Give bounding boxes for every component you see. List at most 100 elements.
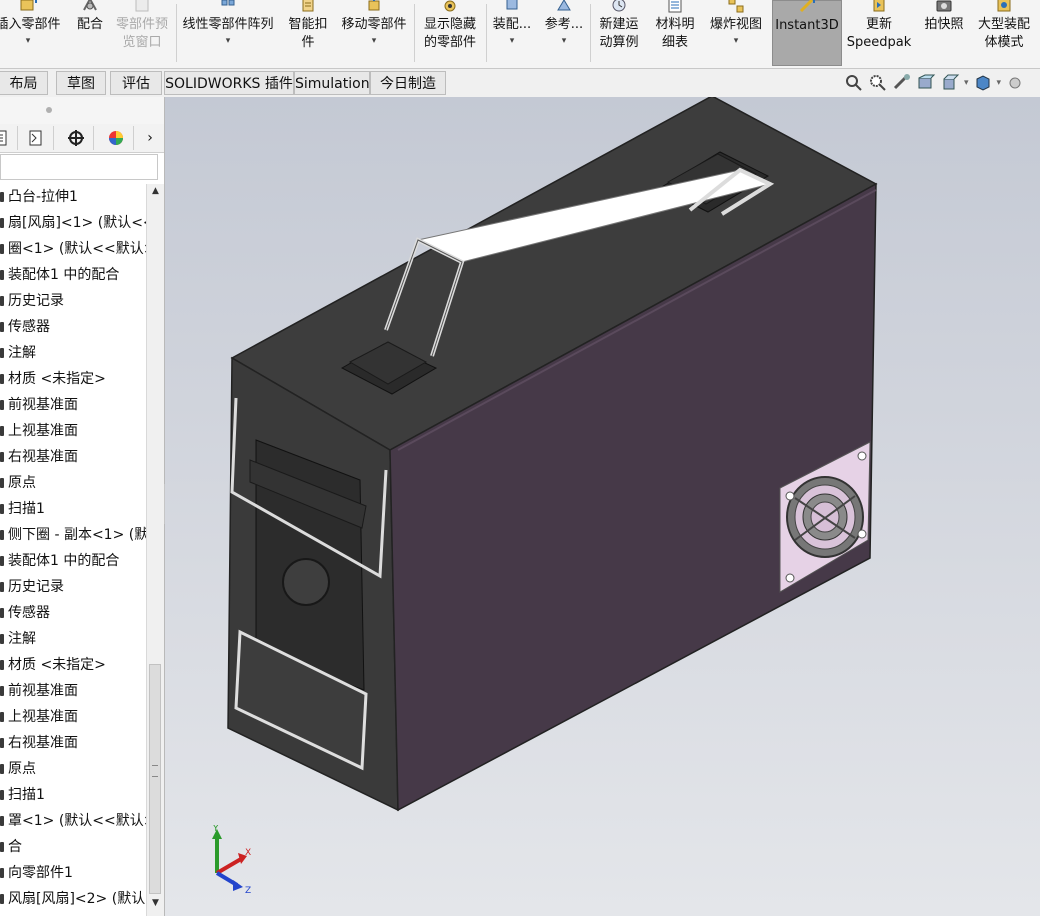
new-motion-study-button[interactable]: 新建运 动算例 [592,0,646,66]
tree-item[interactable]: 原点 [0,756,146,782]
feature-tree-filter[interactable] [0,154,158,180]
zoom-to-area-icon[interactable] [868,73,888,93]
tree-item[interactable]: 传感器 [0,314,146,340]
tree-item[interactable]: 上视基准面 [0,418,146,444]
tab-property-manager[interactable] [18,126,54,150]
chevron-down-icon[interactable]: ▾ [997,78,1002,88]
tab-feature-manager[interactable] [0,126,18,150]
tab-layout[interactable]: 布局 [0,71,48,95]
take-snapshot-button[interactable]: 拍快照 [918,0,970,66]
feature-tree-scrollbar[interactable]: ▲ ▼ [146,184,164,916]
tab-configuration-manager[interactable] [58,126,94,150]
view-orientation-icon[interactable] [940,73,960,93]
tree-item[interactable]: 注解 [0,626,146,652]
tree-item[interactable]: 扫描1 [0,496,146,522]
feature-icon [0,348,4,358]
tab-simulation[interactable]: Simulation [294,71,370,95]
coordinate-triad: Y X Z [212,825,251,895]
tab-today-manufacturing[interactable]: 今日制造 [370,71,446,95]
feature-icon [0,660,4,670]
zoom-to-fit-icon[interactable] [844,73,864,93]
chevron-down-icon: ▾ [733,36,739,46]
feature-icon [0,322,4,332]
smart-fastener-icon [302,0,314,12]
tree-item[interactable]: 传感器 [0,600,146,626]
tree-item[interactable]: 右视基准面 [0,444,146,470]
reference-geometry-icon [557,0,571,11]
tree-item-label: 凸台-拉伸1 [8,189,78,205]
tree-item[interactable]: 材质 <未指定> [0,652,146,678]
move-component-button[interactable]: 移动零部件 ▾ [336,0,412,66]
linear-pattern-icon [221,0,235,6]
reference-geometry-button[interactable]: 参考... ▾ [540,0,588,66]
tree-item-label: 装配体1 中的配合 [8,267,120,283]
panel-tabs-next-button[interactable]: › [136,126,164,150]
exploded-view-button[interactable]: 爆炸视图 ▾ [704,0,768,66]
tree-item-label: 前视基准面 [8,397,78,413]
feature-icon [0,894,4,904]
panel-grip[interactable] [0,97,164,125]
section-view-icon[interactable] [916,73,936,93]
tree-item[interactable]: 扫描1 [0,782,146,808]
assembly-features-button[interactable]: 装配... ▾ [488,0,536,66]
tree-item[interactable]: 历史记录 [0,574,146,600]
tree-item[interactable]: 材质 <未指定> [0,366,146,392]
tree-item[interactable]: 历史记录 [0,288,146,314]
graphics-area[interactable]: Y X Z [165,97,1040,916]
feature-manager-icon [0,130,6,146]
z-axis-label: Z [245,886,251,895]
previous-view-icon[interactable] [892,73,912,93]
feature-icon [0,842,4,852]
tree-item[interactable]: 凸台-拉伸1 [0,184,146,210]
large-assembly-mode-button[interactable]: 大型装配 体模式 [972,0,1036,66]
tree-item[interactable]: 扇[风扇]<1> (默认<< [0,210,146,236]
scroll-thumb[interactable] [149,664,161,894]
enclosure-model[interactable] [165,97,1040,916]
chevron-down-icon: ▾ [25,36,31,46]
tree-item[interactable]: 右视基准面 [0,730,146,756]
mate-button[interactable]: 配合 [70,0,110,66]
instant3d-button[interactable]: Instant3D [772,0,842,66]
tree-item[interactable]: 上视基准面 [0,704,146,730]
tree-item[interactable]: 圈<1> (默认<<默认> [0,236,146,262]
smart-fastener-button[interactable]: 智能扣 件 [280,0,336,66]
tree-item[interactable]: 罩<1> (默认<<默认> [0,808,146,834]
feature-icon [0,504,4,514]
bill-of-materials-button[interactable]: 材料明 细表 [648,0,702,66]
feature-icon [0,218,4,228]
tree-item[interactable]: 注解 [0,340,146,366]
tab-solidworks-addins[interactable]: SOLIDWORKS 插件 [164,71,294,95]
tree-item[interactable]: 向零部件1 [0,860,146,886]
component-preview-window-button[interactable]: 零部件预 览窗口 [110,0,174,66]
tab-sketch[interactable]: 草图 [56,71,106,95]
chevron-down-icon[interactable]: ▾ [964,78,969,88]
scroll-down-arrow-icon[interactable]: ▼ [147,898,164,912]
tab-evaluate[interactable]: 评估 [110,71,162,95]
insert-component-button[interactable]: 插入零部件 ▾ [0,0,70,66]
tree-item[interactable]: 装配体1 中的配合 [0,548,146,574]
tree-item[interactable]: 原点 [0,470,146,496]
show-hidden-components-button[interactable]: 显示隐藏 的零部件 [416,0,484,66]
feature-icon [0,764,4,774]
feature-icon [0,270,4,280]
hide-show-items-icon[interactable] [1005,73,1025,93]
panel-tabs: › [0,124,164,153]
feature-icon [0,686,4,696]
update-speedpak-button[interactable]: 更新 Speedpak [846,0,912,66]
tree-item[interactable]: 合 [0,834,146,860]
feature-icon [0,530,4,540]
tab-appearance[interactable] [98,126,134,150]
tree-item-label: 侧下圈 - 副本<1> (默 [8,527,146,543]
tree-item[interactable]: 前视基准面 [0,678,146,704]
tree-item[interactable]: 侧下圈 - 副本<1> (默 [0,522,146,548]
display-style-icon[interactable] [973,73,993,93]
scroll-up-arrow-icon[interactable]: ▲ [147,186,164,200]
linear-pattern-button[interactable]: 线性零部件阵列 ▾ [178,0,278,66]
tree-item[interactable]: 前视基准面 [0,392,146,418]
tree-item-label: 材质 <未指定> [8,371,106,387]
feature-icon [0,790,4,800]
feature-icon [0,426,4,436]
chevron-down-icon: ▾ [509,36,515,46]
tree-item[interactable]: 风扇[风扇]<2> (默认 [0,886,146,912]
tree-item[interactable]: 装配体1 中的配合 [0,262,146,288]
